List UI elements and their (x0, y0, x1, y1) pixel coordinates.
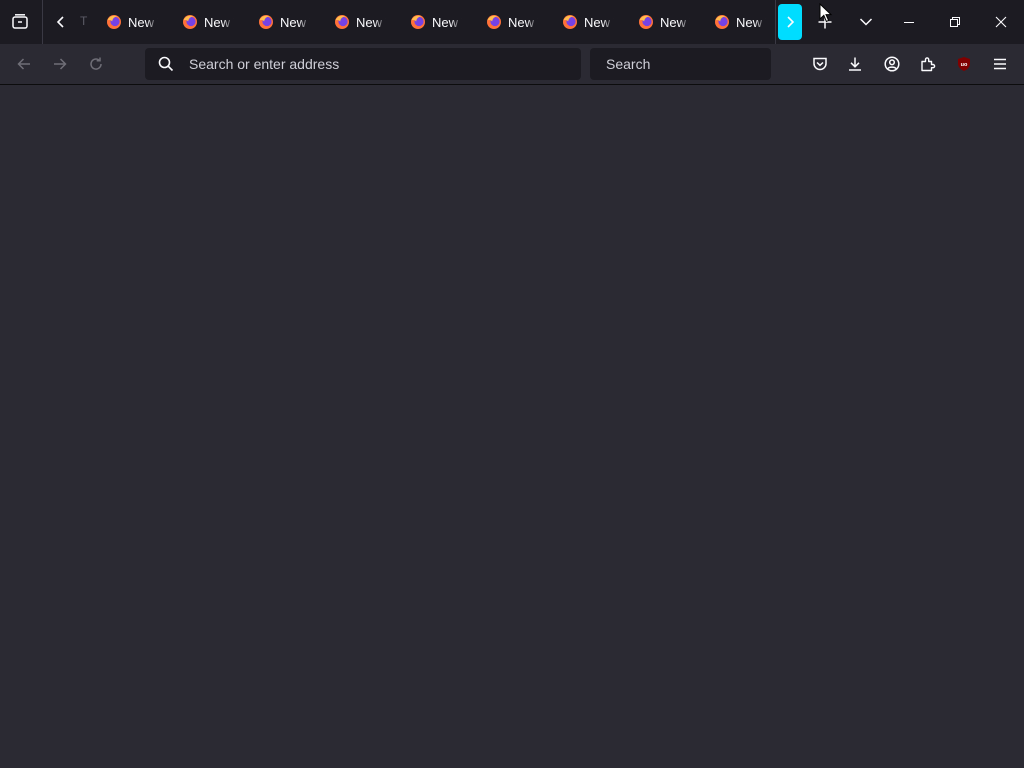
back-arrow-icon (17, 58, 30, 70)
tab-title: New T (356, 14, 386, 30)
tab-item[interactable]: New T (334, 0, 408, 44)
tab-item[interactable]: New T (182, 0, 256, 44)
minimize-icon (904, 22, 914, 23)
back-button[interactable] (8, 48, 40, 80)
hamburger-menu-icon (994, 58, 1006, 70)
search-input[interactable] (606, 56, 787, 72)
firefox-icon (487, 15, 501, 29)
reload-button[interactable] (80, 48, 112, 80)
tab-item[interactable]: New T (258, 0, 332, 44)
tab-title: New T (508, 14, 538, 30)
search-icon (158, 56, 174, 72)
tab-item[interactable]: New T (714, 0, 775, 44)
pocket-icon (813, 57, 827, 71)
restore-icon (950, 17, 960, 27)
close-icon (995, 16, 1007, 28)
chevron-right-icon (787, 16, 795, 28)
account-button[interactable] (876, 48, 908, 80)
window-close-button[interactable] (978, 0, 1024, 44)
scroll-tabs-right-button[interactable] (778, 4, 802, 40)
tab-item[interactable]: New T (638, 0, 712, 44)
tab-item[interactable]: New T (562, 0, 636, 44)
forward-button[interactable] (44, 48, 76, 80)
tabs-separator-left (42, 0, 43, 44)
tab-manager-icon (12, 14, 28, 29)
chevron-left-icon (56, 16, 64, 28)
tab-item[interactable]: New T (486, 0, 560, 44)
download-icon (849, 57, 861, 71)
account-icon (884, 56, 900, 72)
mouse-cursor-icon (819, 3, 833, 23)
window-restore-button[interactable] (932, 0, 978, 44)
window-minimize-button[interactable] (886, 0, 932, 44)
tab-title: New T (736, 14, 766, 30)
firefox-icon (107, 15, 121, 29)
firefox-icon (259, 15, 273, 29)
search-bar[interactable] (590, 48, 787, 80)
list-all-tabs-button[interactable] (851, 0, 881, 44)
tab-title: New T (280, 14, 310, 30)
firefox-icon (335, 15, 349, 29)
firefox-icon (411, 15, 425, 29)
tab-title: New T (204, 14, 234, 30)
firefox-icon (563, 15, 577, 29)
tab-item[interactable]: New T (410, 0, 484, 44)
tab-title: New T (128, 14, 158, 30)
extensions-button[interactable] (912, 48, 944, 80)
page-content-area[interactable] (0, 85, 1024, 768)
open-application-menu-button[interactable] (984, 48, 1016, 80)
svg-text:uo: uo (961, 62, 968, 68)
reload-icon (90, 57, 102, 70)
partial-tab-title[interactable]: T (80, 14, 87, 28)
address-bar[interactable] (145, 48, 581, 80)
chevron-down-icon (859, 18, 873, 26)
tab-item[interactable]: New T (106, 0, 180, 44)
tab-bar: T New T New T New T New T New T New T New T New… (0, 0, 1024, 44)
tab-title: New T (432, 14, 462, 30)
address-input[interactable] (189, 56, 581, 72)
tabs-separator-right (775, 0, 776, 44)
save-to-pocket-button[interactable] (804, 48, 836, 80)
tabs-strip: T New T New T New T New T New T New T New T New… (78, 0, 775, 44)
firefox-icon (639, 15, 653, 29)
tab-title: New T (660, 14, 690, 30)
extensions-icon (921, 57, 936, 72)
tab-manager-button[interactable] (4, 0, 36, 44)
downloads-button[interactable] (839, 48, 871, 80)
forward-arrow-icon (54, 58, 67, 70)
navigation-toolbar: uo (0, 44, 1024, 85)
ublock-origin-button[interactable]: uo (948, 48, 980, 80)
firefox-icon (183, 15, 197, 29)
firefox-icon (715, 15, 729, 29)
scroll-tabs-left-button[interactable] (49, 0, 73, 44)
tab-title: New T (584, 14, 614, 30)
ublock-origin-icon: uo (958, 57, 970, 71)
